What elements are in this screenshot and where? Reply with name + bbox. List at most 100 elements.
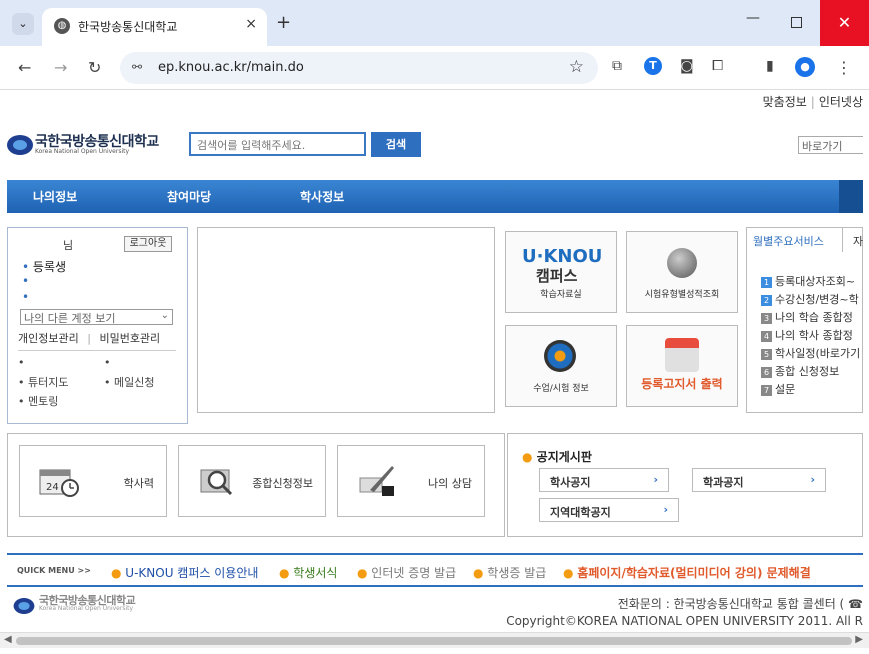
application-info-box[interactable]: 종합신청정보: [178, 445, 326, 517]
footer-logo-subtitle: Korea National Open University: [39, 605, 134, 612]
translate-extension-icon[interactable]: T: [644, 57, 662, 75]
util-link-custom-info[interactable]: 맞춤정보: [763, 95, 807, 109]
footer-contact: 전화문의 : 한국방송통신대학교 통합 콜센터 ( ☎: [617, 597, 863, 611]
scroll-thumb[interactable]: [16, 637, 852, 645]
tab-monthly-services[interactable]: 월별주요서비스: [747, 228, 843, 252]
util-link-internet[interactable]: 인터넷상: [819, 95, 863, 109]
service-item[interactable]: 2 수강신청/변경~학: [761, 291, 859, 307]
other-account-select[interactable]: 나의 다른 계정 보기 ⌄: [20, 309, 173, 325]
tab-title: 한국방송통신대학교: [78, 20, 178, 34]
menu-icon[interactable]: ⋮: [836, 58, 852, 77]
notice-board: ● 공지게시판 학사공지 › 학과공지 › 지역대학공지 ›: [507, 433, 863, 537]
close-window-button[interactable]: ✕: [820, 0, 869, 46]
profile-avatar[interactable]: ●: [795, 57, 815, 77]
print-invoice-tile[interactable]: 등록고지서 출력: [626, 325, 738, 407]
tile-label: 학습자료실: [540, 290, 582, 300]
back-arrow-icon[interactable]: ←: [18, 58, 31, 77]
divider: [18, 350, 176, 351]
bookmark-star-icon[interactable]: ☆: [569, 57, 584, 77]
quick-menu-item[interactable]: ● 인터넷 증명 발급: [357, 564, 456, 581]
monthly-services-panel: 월별주요서비스 자 1 등록대상자조회~ 2 수강신청/변경~학 3 나의 학습 종합…: [746, 227, 863, 413]
browser-tab[interactable]: ◍ 한국방송통신대학교 ×: [42, 8, 267, 46]
status-bullet: •: [22, 274, 30, 288]
tab-second[interactable]: 자: [853, 233, 863, 249]
copy-icon[interactable]: ⧉: [612, 58, 622, 74]
logout-button[interactable]: 로그아웃: [124, 236, 172, 252]
quick-menu-bar: QUICK MENU >> ● U-KNOU 캠퍼스 이용안내 ● 학생서식 ●…: [7, 553, 863, 587]
printer-icon: [665, 338, 699, 372]
quick-links-section: 24 학사력 종합신청정보 나의 상담: [7, 433, 505, 537]
class-exam-info-tile[interactable]: 수업/시험 정보: [505, 325, 617, 407]
board-title: ● 공지게시판: [522, 450, 592, 464]
quick-menu-item[interactable]: ● 학생증 발급: [473, 564, 546, 581]
quick-menu-item[interactable]: ● 홈페이지/학습자료(멀티미디어 강의) 문제해결: [563, 564, 811, 581]
quick-menu-item[interactable]: ● U-KNOU 캠퍼스 이용안내: [111, 564, 258, 581]
service-item[interactable]: 6 종합 신청정보: [761, 363, 839, 379]
site-info-icon[interactable]: ⚯: [132, 60, 142, 74]
folder-search-icon: [200, 469, 233, 496]
uknou-campus-tile[interactable]: U·KNOU 캠퍼스 학습자료실: [505, 231, 617, 313]
academic-notice-button[interactable]: 학사공지 ›: [539, 468, 669, 492]
globe-icon: ◍: [54, 18, 70, 34]
notice-frame: [197, 227, 495, 413]
link-separator: |: [87, 332, 91, 345]
consultation-box[interactable]: 나의 상담: [337, 445, 485, 517]
camera-icon[interactable]: ◙: [680, 58, 694, 74]
footer-copyright: Copyright©KOREA NATIONAL OPEN UNIVERSITY…: [506, 614, 863, 628]
browser-tab-strip: ⌄ ◍ 한국방송통신대학교 × + — ✕: [0, 0, 869, 46]
url-text[interactable]: ep.knou.ac.kr/main.do: [158, 60, 304, 75]
password-manage-link[interactable]: 비밀번호관리: [99, 332, 160, 345]
mail-request-link[interactable]: • 메일신청: [104, 374, 154, 390]
service-item[interactable]: 7 설문: [761, 381, 795, 397]
svg-text:24: 24: [46, 482, 59, 493]
box-label: 나의 상담: [428, 477, 472, 490]
logo-emblem-icon: [7, 135, 33, 155]
tutor-map-link[interactable]: • 튜터지도: [18, 374, 68, 390]
quill-ink-icon: [359, 466, 394, 496]
reload-icon[interactable]: ↻: [88, 58, 101, 77]
service-item[interactable]: 5 학사일정(바로가기: [761, 345, 860, 361]
address-bar[interactable]: ⚯ ep.knou.ac.kr/main.do ☆: [120, 52, 598, 84]
quick-goto-select[interactable]: 바로가기: [798, 136, 863, 154]
side-panel-icon[interactable]: ▮: [766, 58, 774, 74]
search-button[interactable]: 검색: [371, 132, 421, 157]
uknou-logo: U·KNOU: [522, 246, 603, 267]
profile-manage-link[interactable]: 개인정보관리: [18, 332, 79, 345]
horizontal-scrollbar[interactable]: ◀ ▶: [0, 632, 869, 648]
utility-links: 맞춤정보 | 인터넷상: [763, 93, 863, 110]
forward-arrow-icon[interactable]: →: [54, 58, 67, 77]
mouse-icon: [667, 248, 697, 278]
user-name-suffix: 님: [63, 239, 74, 252]
service-item[interactable]: 4 나의 학사 종합정: [761, 327, 853, 343]
service-item[interactable]: 3 나의 학습 종합정: [761, 309, 853, 325]
disc-icon: [544, 340, 576, 372]
other-account-label: 나의 다른 계정 보기: [24, 312, 116, 325]
exam-grade-tile[interactable]: 시험유형별성적조회: [626, 231, 738, 313]
scroll-right-icon[interactable]: ▶: [855, 634, 863, 645]
box-label: 학사력: [123, 477, 154, 490]
minimize-button[interactable]: —: [746, 10, 760, 26]
close-tab-icon[interactable]: ×: [245, 16, 257, 32]
chevron-right-icon: ›: [663, 503, 668, 516]
scroll-left-icon[interactable]: ◀: [4, 634, 12, 645]
extensions-icon[interactable]: ⧠: [712, 58, 723, 74]
academic-calendar-box[interactable]: 24 학사력: [19, 445, 167, 517]
regional-notice-button[interactable]: 지역대학공지 ›: [539, 498, 679, 522]
main-navigation: 나의정보 참여마당 학사정보: [7, 180, 863, 213]
service-item[interactable]: 1 등록대상자조회~: [761, 273, 855, 289]
browser-toolbar: ← → ↻ ⚯ ep.knou.ac.kr/main.do ☆ ⧉ ◙ ⧠ ▮ …: [0, 46, 869, 90]
search-input[interactable]: 검색어를 입력해주세요.: [189, 132, 366, 156]
nav-academic-info[interactable]: 학사정보: [300, 188, 344, 205]
maximize-button[interactable]: [791, 17, 802, 28]
logo-emblem-icon: [13, 598, 35, 614]
nav-my-info[interactable]: 나의정보: [33, 188, 77, 205]
quick-menu-item[interactable]: ● 학생서식: [279, 564, 337, 581]
tab-search-icon[interactable]: ⌄: [12, 13, 34, 35]
chevron-down-icon: ⌄: [160, 310, 169, 321]
nav-participation[interactable]: 참여마당: [167, 188, 211, 205]
department-notice-button[interactable]: 학과공지 ›: [692, 468, 826, 492]
new-tab-button[interactable]: +: [276, 12, 291, 33]
mentoring-link[interactable]: • 멘토링: [18, 393, 58, 409]
box-label: 종합신청정보: [252, 477, 313, 490]
status-bullet: •: [22, 290, 30, 304]
